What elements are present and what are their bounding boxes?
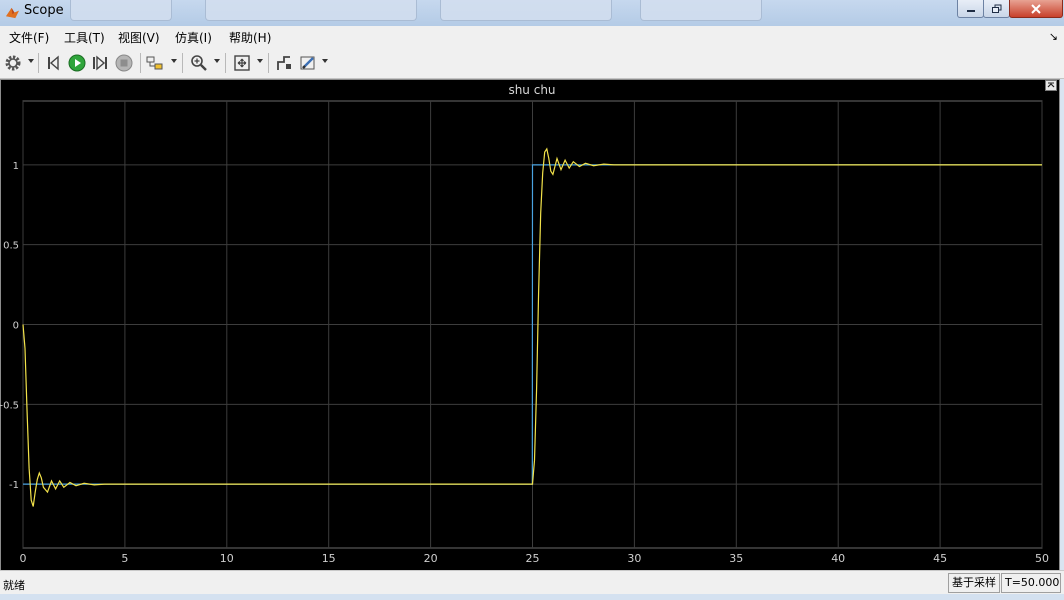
window-bottom-edge xyxy=(0,594,1064,600)
background-window-tab xyxy=(440,0,612,21)
undock-icon[interactable]: ↘ xyxy=(1049,30,1058,43)
x-tick-label: 0 xyxy=(20,552,27,565)
menu-view[interactable]: 视图(V) xyxy=(118,29,160,46)
minimize-button[interactable] xyxy=(957,0,984,18)
x-tick-label: 30 xyxy=(627,552,641,565)
y-tick-label: 0.5 xyxy=(3,241,19,252)
minimize-icon xyxy=(966,9,975,12)
stop-icon[interactable] xyxy=(115,54,133,72)
chevron-down-icon[interactable] xyxy=(171,59,177,63)
x-tick-label: 5 xyxy=(121,552,128,565)
background-window-tab xyxy=(70,0,172,21)
step-forward-icon[interactable] xyxy=(91,54,109,72)
menu-help[interactable]: 帮助(H) xyxy=(229,29,271,46)
x-tick-label: 45 xyxy=(933,552,947,565)
chevron-down-icon[interactable] xyxy=(322,59,328,63)
x-tick-label: 20 xyxy=(424,552,438,565)
menu-bar: 文件(F) 工具(T) 视图(V) 仿真(I) 帮助(H) ↘ xyxy=(0,26,1064,48)
background-window-tab xyxy=(205,0,417,21)
toolbar-separator xyxy=(38,53,39,73)
signal-icon[interactable] xyxy=(275,54,293,72)
chevron-down-icon[interactable] xyxy=(28,59,34,63)
gear-icon[interactable] xyxy=(4,54,22,72)
menu-tools[interactable]: 工具(T) xyxy=(64,29,105,46)
toolbar-separator xyxy=(182,53,183,73)
toolbar xyxy=(0,48,1064,79)
simulation-time: T=50.000 xyxy=(1001,573,1061,593)
plot-canvas[interactable]: 0 5 10 15 20 25 30 35 40 45 50 -1 -0.5 0 0.5 1 xyxy=(0,79,1058,569)
status-text: 就绪 xyxy=(3,579,25,592)
menu-file[interactable]: 文件(F) xyxy=(9,29,49,46)
y-tick-label: -1 xyxy=(9,480,19,491)
x-tick-label: 40 xyxy=(831,552,845,565)
toolbar-separator xyxy=(268,53,269,73)
x-tick-label: 15 xyxy=(322,552,336,565)
restore-icon xyxy=(991,4,1001,13)
y-tick-label: 0 xyxy=(13,321,19,332)
window-titlebar: Scope xyxy=(0,0,1064,27)
x-tick-label: 10 xyxy=(220,552,234,565)
window-title: Scope xyxy=(24,3,64,18)
close-icon xyxy=(1031,3,1041,14)
maximize-button[interactable] xyxy=(983,0,1010,18)
sample-mode-indicator: 基于采样 xyxy=(948,573,1000,593)
run-icon[interactable] xyxy=(68,54,86,72)
x-tick-label: 50 xyxy=(1035,552,1049,565)
toolbar-separator xyxy=(140,53,141,73)
step-back-icon[interactable] xyxy=(46,54,64,72)
autoscale-icon[interactable] xyxy=(233,54,251,72)
chevron-down-icon[interactable] xyxy=(214,59,220,63)
status-bar: 就绪 基于采样 T=50.000 xyxy=(0,570,1064,595)
chevron-down-icon[interactable] xyxy=(257,59,263,63)
background-window-tab xyxy=(640,0,762,21)
matlab-icon xyxy=(5,7,20,19)
zoom-icon[interactable] xyxy=(190,54,208,72)
x-tick-label: 25 xyxy=(526,552,540,565)
highlight-icon[interactable] xyxy=(146,54,164,72)
y-tick-label: 1 xyxy=(13,161,19,172)
menu-simulation[interactable]: 仿真(I) xyxy=(175,29,212,46)
y-tick-label: -0.5 xyxy=(0,400,19,411)
toolbar-separator xyxy=(225,53,226,73)
close-button[interactable] xyxy=(1009,0,1063,18)
style-icon[interactable] xyxy=(299,54,317,72)
x-tick-label: 35 xyxy=(729,552,743,565)
